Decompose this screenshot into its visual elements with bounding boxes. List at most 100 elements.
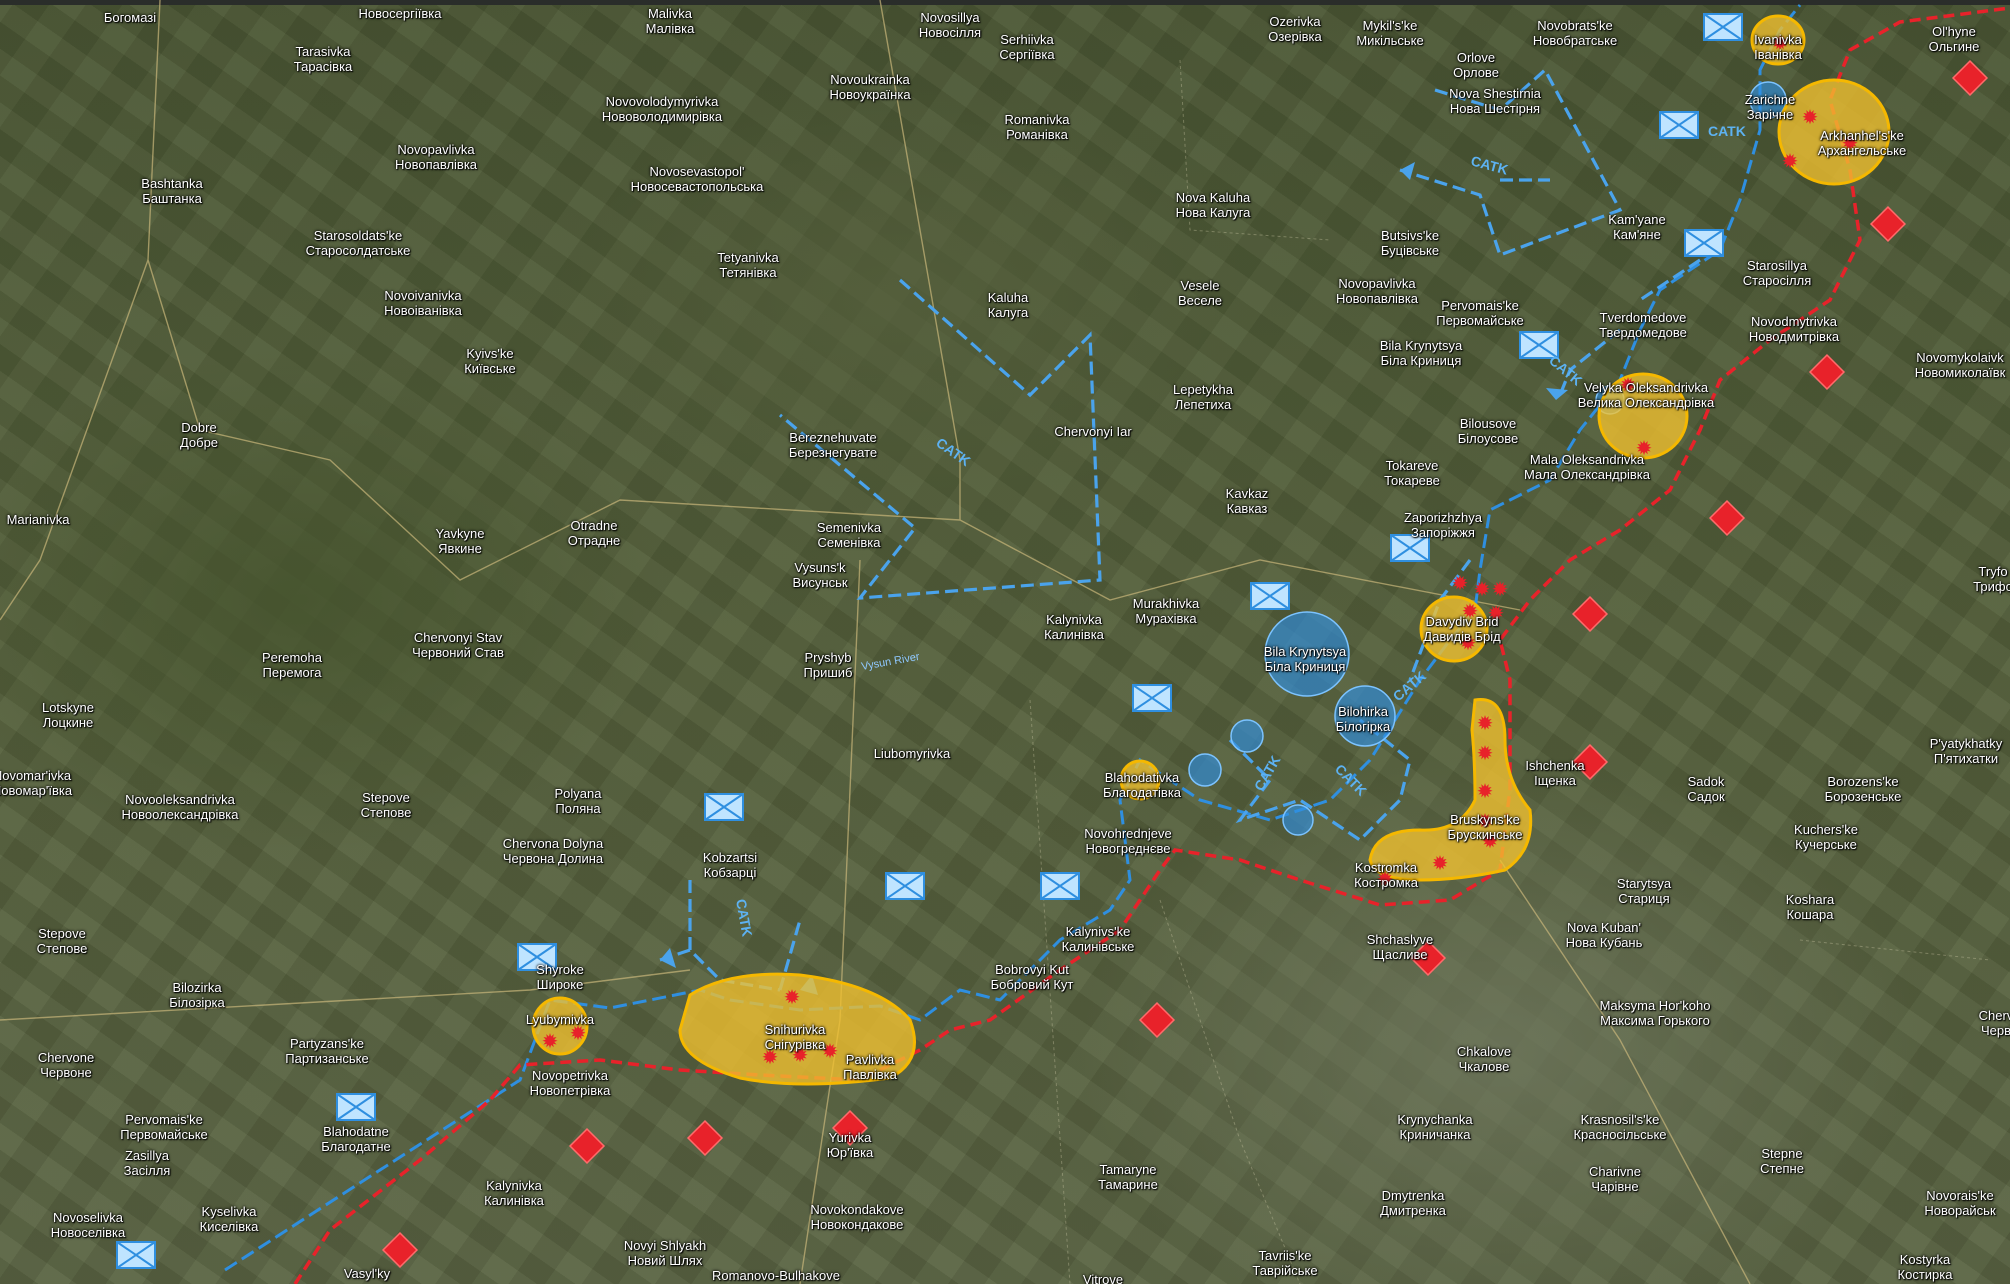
place-label-otradne: Otradne Отрадне: [567, 518, 621, 548]
place-label-kalynivka_s: Kalynivka Калинівка: [484, 1178, 544, 1208]
place-label-marianivka: Marianivka: [6, 512, 70, 527]
place-label-koshara: Koshara Кошара: [1785, 892, 1835, 922]
place-label-bila_krynytsia_n: Bila Krynytsya Біла Криниця: [1379, 338, 1463, 368]
place-label-bilousove: Bilousove Білоусове: [1457, 416, 1519, 446]
place-label-arkhanhelske: Arkhanhel's'ke Архангельське: [1817, 128, 1907, 158]
place-label-novoselivka: Novoselivka Новоселівка: [50, 1210, 126, 1240]
place-label-serhiivka: Serhiivka Сергіївка: [999, 32, 1055, 62]
svg-text:✹: ✹: [784, 985, 801, 1009]
svg-text:✹: ✹: [1432, 851, 1449, 875]
place-label-kalynivka_c: Kalynivka Калинівка: [1044, 612, 1104, 642]
svg-text:CATK: CATK: [1708, 123, 1746, 139]
place-label-lepetykha: Lepetykha Лепетиха: [1173, 382, 1233, 412]
place-label-tokareve: Tokareve Токареве: [1384, 458, 1440, 488]
place-label-stepne: Stepne Степне: [1760, 1146, 1804, 1176]
place-label-tetianivka: Tetyanivka Тетянівка: [717, 250, 779, 280]
place-label-tamaryne: Tamaryne Тамарине: [1098, 1162, 1158, 1192]
place-label-novosevastopol: Novosevastopol' Новосевастопольська: [630, 164, 764, 194]
place-label-butsivske: Butsivs'ke Буцівське: [1380, 228, 1440, 258]
place-label-starytsya: Starytsya Стариця: [1616, 876, 1672, 906]
place-label-romanivka: Romanivka Романівка: [1004, 112, 1070, 142]
place-label-kuchers_ke: Kuchers'ke Кучерське: [1794, 822, 1858, 852]
place-label-krynychanka: Krynychanka Криничанка: [1397, 1112, 1473, 1142]
place-label-pervomaiske: Pervomais'ke Первомайське: [1436, 298, 1524, 328]
place-label-veselle: Vesele Веселе: [1177, 278, 1223, 308]
place-label-chervone: Chervone Червоне: [37, 1050, 95, 1080]
place-label-yurivka: Yurivka Юр'ївка: [826, 1130, 874, 1160]
place-label-dobre: Dobre Добре: [179, 420, 219, 450]
place-label-krasnosilske: Krasnosil's'ke Красносільське: [1573, 1112, 1667, 1142]
place-label-nova_kaluha: Nova Kaluha Нова Калуга: [1175, 190, 1251, 220]
place-label-davydiv_brid: Davydiv Brid Давидів Брід: [1423, 614, 1501, 644]
place-label-tryfonivka: Tryfo Трифо: [1973, 564, 2010, 594]
place-label-pervomaiske2: Pervomais'ke Первомайське: [120, 1112, 208, 1142]
place-label-novopavlivka2: Novopavlivka Новопавлівка: [1335, 276, 1419, 306]
place-label-novoserhiivka: Новосергіївка: [358, 6, 442, 21]
place-label-dmytrenka: Dmytrenka Дмитренка: [1380, 1188, 1446, 1218]
place-label-kobzartsi: Kobzartsi Кобзарці: [702, 850, 758, 880]
place-label-bruskynske: Bruskyns'ke Брускинське: [1447, 812, 1523, 842]
place-label-starosoldatske: Starosoldats'ke Старосолдатське: [305, 228, 411, 258]
svg-text:CATK: CATK: [733, 898, 755, 938]
map-canvas[interactable]: ✹ ✹ ✹ ✹ ✹ ✹ ✹ ✹ ✹ ✹ ✹ ✹ ✹ ✹ ✹ ✹ ✹ ✹ ✹ ✹ ✹ ✹ ✹ ✹ ✹: [0, 0, 2010, 1284]
place-label-novyi_shliakh: Novyi Shlyakh Новий Шлях: [623, 1238, 707, 1268]
svg-text:✹: ✹: [1782, 149, 1799, 173]
place-label-chervonyi_iar: Chervonyi Iar: [1054, 424, 1132, 439]
place-label-bobrovyi_kut: Bobrovyi Kut Бобровий Кут: [990, 962, 1074, 992]
place-label-borozenske: Borozens'ke Борозенське: [1824, 774, 1902, 804]
place-label-yavkyne: Yavkyne Явкине: [435, 526, 485, 556]
place-label-bilozirka: Bilozirka Білозірка: [169, 980, 225, 1010]
catk-labels: CATK CATK CATK CATK CATK CATK CATK CATK …: [733, 123, 1746, 938]
place-label-cherv_e: Cherv Черв: [1978, 1008, 2010, 1038]
place-label-mykilske: Mykil's'ke Микільське: [1356, 18, 1424, 48]
svg-text:✹: ✹: [1492, 577, 1509, 601]
svg-text:✹: ✹: [1452, 571, 1469, 595]
place-label-sadok: Sadok Садок: [1687, 774, 1725, 804]
place-label-pavlivka: Pavlivka Павлівка: [843, 1052, 897, 1082]
place-label-velyka_oleksandrivka: Velyka Oleksandrivka Велика Олександрівка: [1577, 380, 1715, 410]
place-label-olhyne: Ol'hyne Ольгине: [1928, 24, 1980, 54]
place-label-malivka: Malivka Малівка: [645, 6, 695, 36]
place-label-kostromka: Kostromka Костромка: [1354, 860, 1418, 890]
place-label-zasillya: Zasillya Засілля: [123, 1148, 171, 1178]
place-label-novooleksandrivka: Novooleksandrivka Новоолександрівка: [121, 792, 239, 822]
place-label-bila_krynytsia: Bila Krynytsya Біла Криниця: [1263, 644, 1347, 674]
place-label-tverdomedove: Tverdomedove Твердомедове: [1599, 310, 1687, 340]
place-label-kamiane: Kam'yane Кам'яне: [1608, 212, 1666, 242]
place-label-chervona_dolyna: Chervona Dolyna Червона Долина: [502, 836, 604, 866]
place-label-zarichne: Zarichne Зарічне: [1744, 92, 1796, 122]
place-label-chkalove: Chkalove Чкалове: [1456, 1044, 1512, 1074]
svg-text:✹: ✹: [542, 1029, 559, 1053]
svg-text:Vysun River: Vysun River: [860, 651, 920, 673]
svg-text:CATK: CATK: [1469, 152, 1510, 177]
place-label-bohomazi: Богомазі: [103, 10, 157, 25]
place-label-vysunsk: Vysuns'k Висунськ: [792, 560, 848, 590]
place-label-semenivka: Semenivka Семенівка: [816, 520, 882, 550]
place-label-nova_shestirnia: Nova Shestirnia Нова Шестірня: [1449, 86, 1541, 116]
place-label-kaluha: Kaluha Калуга: [987, 290, 1029, 320]
place-label-blahodativka: Blahodativka Благодатівка: [1102, 770, 1182, 800]
place-label-novokondakove: Novokondakove Новокондакове: [810, 1202, 904, 1232]
place-label-bilohirka: Bilohirka Білогірка: [1335, 704, 1391, 734]
place-label-chervonyi_stav: Chervonyi Stav Червоний Став: [412, 630, 504, 660]
place-label-liubomyrivka: Liubomyrivka: [873, 746, 951, 761]
place-label-tarasivka: Tarasivka Тарасівка: [293, 44, 353, 74]
place-label-mala_oleksandrivka: Mala Oleksandrivka Мала Олександрівка: [1524, 452, 1650, 482]
place-label-shchaslyve: Shchaslyve Щасливе: [1366, 932, 1434, 962]
place-label-kyivske: Kyivs'ke Київське: [464, 346, 516, 376]
place-label-stepove: Stepove Степове: [360, 790, 412, 820]
place-label-vitrove: Vitrove: [1082, 1272, 1124, 1284]
place-label-ozerivka: Ozerivka Озерівка: [1268, 14, 1322, 44]
place-label-murakhivka: Murakhivka Мурахівка: [1132, 596, 1200, 626]
front-overlay: ✹✹ ✹ ✹ ✹ ✹ ✹ ✹ ✹✹ ✹ ✹ ✹✹✹✹✹ ✹✹ ✹✹ ✹✹✹✹ C…: [0, 0, 2010, 1284]
place-label-pryshyb: Pryshyb Пришиб: [803, 650, 853, 680]
place-label-novomykolaivka: Novomykolaivk Новомиколаївк: [1914, 350, 2006, 380]
place-label-tavriiske: Tavriis'ke Таврійське: [1252, 1248, 1318, 1278]
place-label-bereznehuvate: Bereznehuvate Березнегувате: [788, 430, 878, 460]
place-label-polyana: Polyana Поляна: [554, 786, 602, 816]
place-label-blahodatne: Blahodatne Благодатне: [321, 1124, 391, 1154]
place-label-novohredneve: Novohrednjeve Новогреднєве: [1084, 826, 1172, 856]
place-label-zaporizhzhia: Zaporizhzhya Запоріжжя: [1403, 510, 1483, 540]
svg-text:CATK: CATK: [1251, 753, 1284, 794]
place-label-pyatykhatky: P'yatykhatky П'ятихатки: [1929, 736, 2003, 766]
